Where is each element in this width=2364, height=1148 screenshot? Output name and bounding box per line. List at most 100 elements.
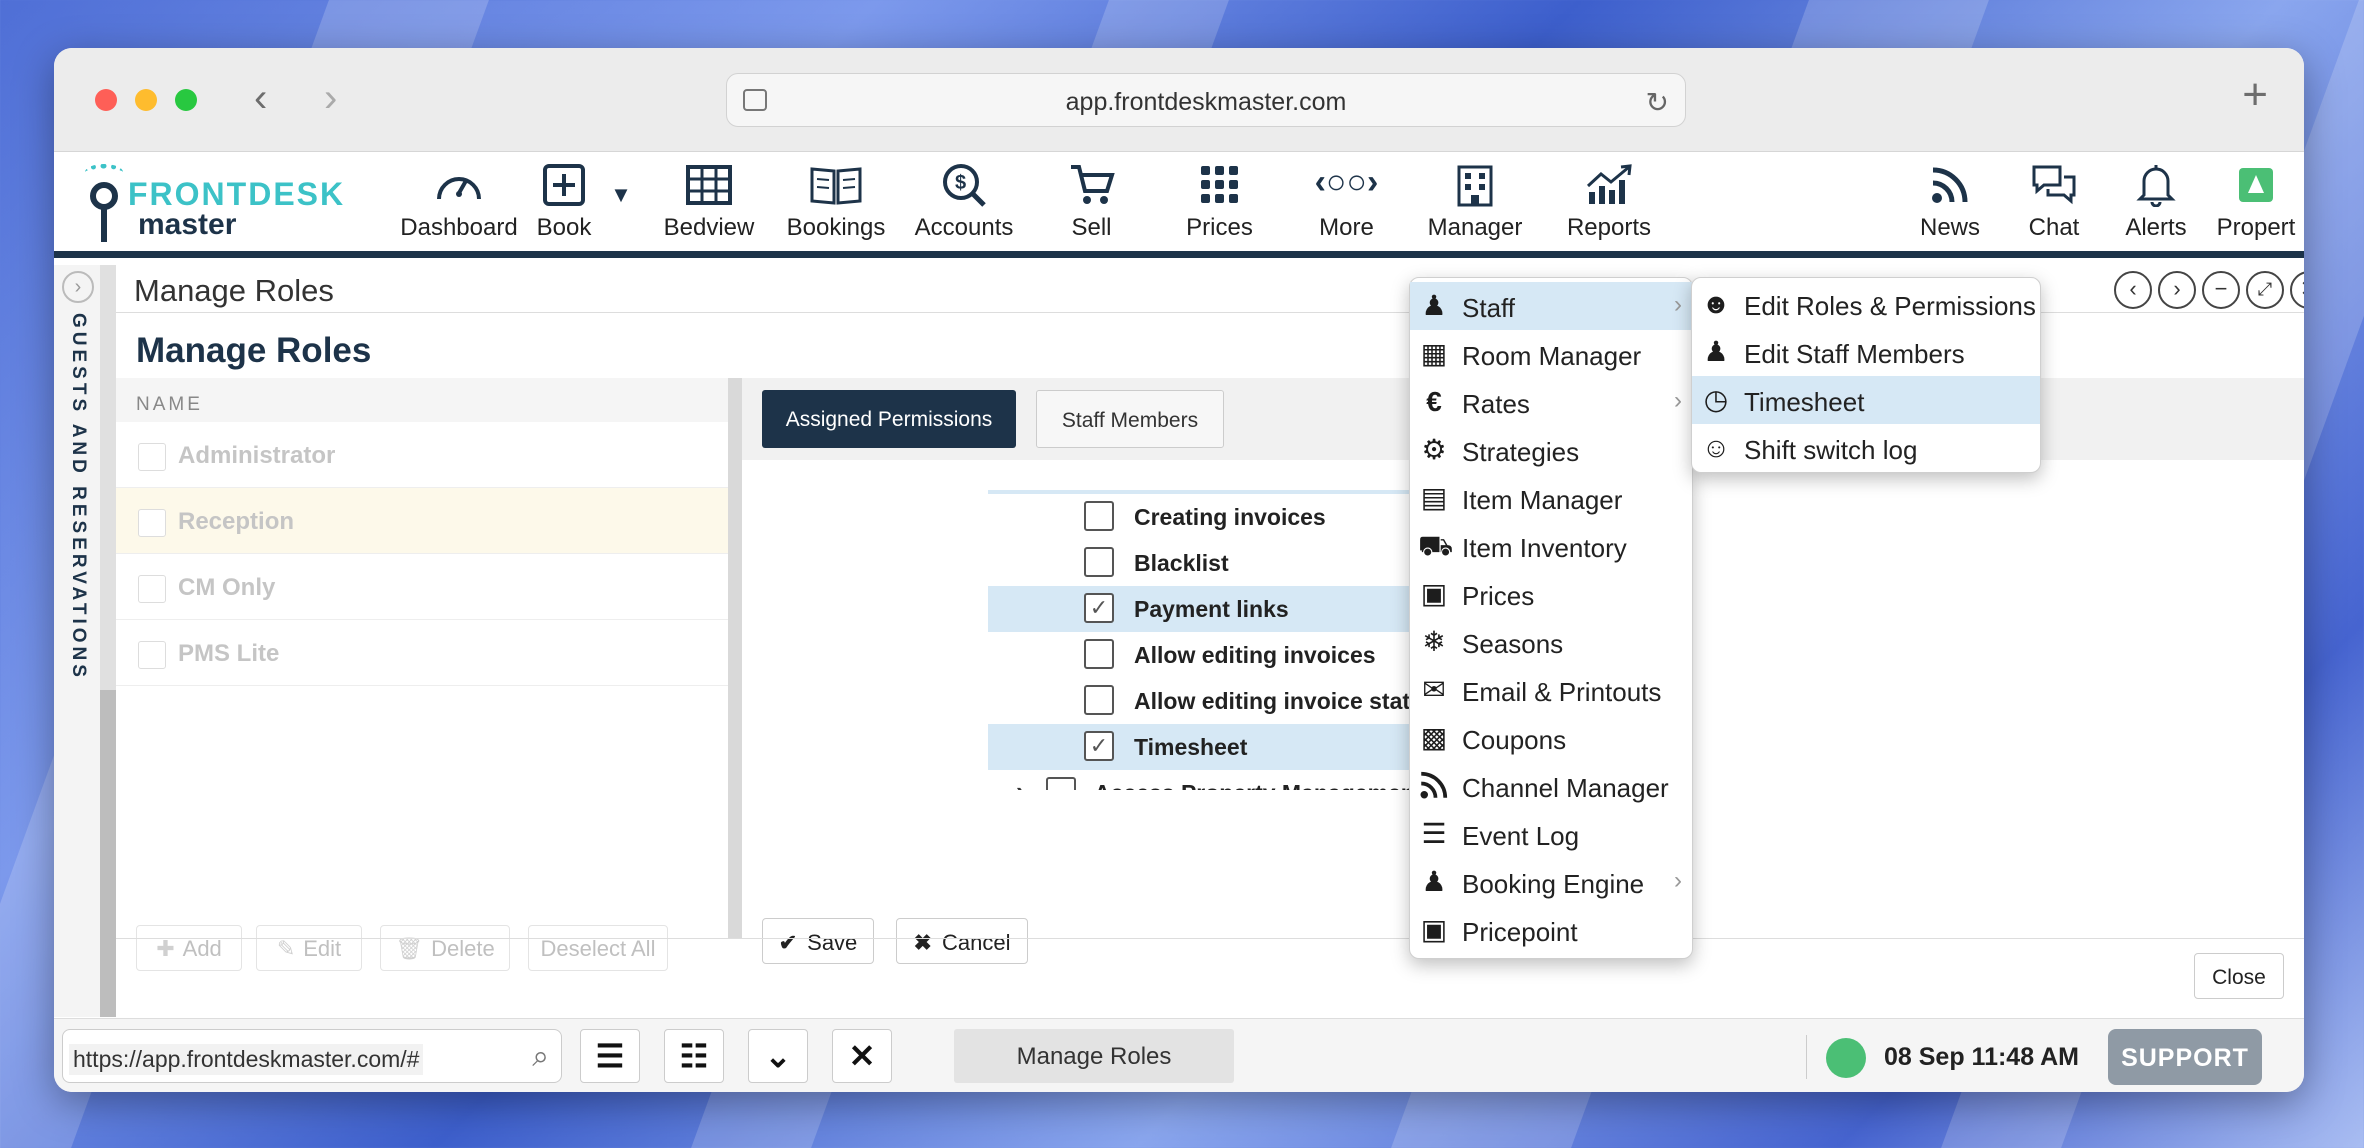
cancel-button[interactable]: ✖ Cancel [896,918,1028,964]
close-all-button[interactable]: ✕ [832,1029,892,1083]
address-bar[interactable]: app.frontdeskmaster.com ↻ [726,73,1686,127]
task-manage-roles[interactable]: Manage Roles [954,1029,1234,1083]
permission-checkbox[interactable] [1084,639,1114,669]
prev-window-icon[interactable]: ‹ [2114,271,2152,309]
search-icon[interactable]: ⌕ [532,1040,549,1074]
chevron-right-icon: › [1674,387,1682,414]
nav-chat[interactable]: Chat [2014,152,2094,252]
save-button[interactable]: ✔ Save [762,918,874,964]
role-row[interactable]: Administrator [116,422,728,488]
nav-sell[interactable]: Sell [1054,152,1129,252]
role-row[interactable]: CM Only [116,554,728,620]
menu-item-strategies[interactable]: ⚙ Strategies [1410,426,1692,474]
frontdesk-master-logo[interactable]: FRONTDESK master [82,162,343,248]
menu-item-item-inventory[interactable]: ⛟ Item Inventory [1410,522,1692,570]
strategies-icon: ⚙ [1421,434,1447,465]
nav-accounts[interactable]: $ Accounts [904,152,1024,252]
minimize-panel-icon[interactable]: − [2202,271,2240,309]
side-scrollbar[interactable] [100,265,116,1017]
nav-alerts[interactable]: Alerts [2116,152,2196,252]
nav-manager[interactable]: Manager [1420,152,1530,252]
nav-prices[interactable]: Prices [1172,152,1267,252]
collapse-button[interactable]: ⌄ [748,1029,808,1083]
edit-role-button[interactable]: ✎ Edit [256,925,362,971]
reload-icon[interactable]: ↻ [1646,86,1669,119]
forward-icon[interactable]: › [324,78,337,118]
maximize-panel-icon[interactable]: ⤢ [2246,271,2284,309]
expand-chevron-icon[interactable]: › [1016,776,1025,790]
guests-reservations-sidetab[interactable]: › GUESTS AND RESERVATIONS [54,265,106,1017]
role-checkbox[interactable] [138,575,166,603]
role-checkbox[interactable] [138,509,166,537]
permission-checkbox[interactable] [1084,547,1114,577]
permission-row[interactable]: Allow editing invoice status [988,678,1478,724]
menu-item-coupons[interactable]: ▩ Coupons [1410,714,1692,762]
menu-item-edit-staff-members[interactable]: ♟ Edit Staff Members [1692,328,2040,376]
panel-divider[interactable] [728,378,742,938]
tab-assigned-permissions[interactable]: Assigned Permissions [762,390,1016,448]
permission-checkbox[interactable]: ✓ [1084,593,1114,623]
permission-checkbox[interactable]: ✓ [1084,731,1114,761]
menu-item-rates[interactable]: € Rates › [1410,378,1692,426]
permission-checkbox[interactable] [1084,685,1114,715]
chart-up-icon [1554,152,1664,212]
nav-news[interactable]: News [1910,152,1990,252]
back-icon[interactable]: ‹ [254,78,267,118]
add-role-button[interactable]: ✚ Add [136,925,242,971]
tab-staff-members[interactable]: Staff Members [1036,390,1224,448]
permission-row[interactable]: Blacklist [988,540,1478,586]
menu-item-pricepoint[interactable]: ▣ Pricepoint [1410,906,1692,954]
menu-item-seasons[interactable]: ❄ Seasons [1410,618,1692,666]
grid-view-button[interactable]: ☷ [664,1029,724,1083]
menu-item-prices[interactable]: ▣ Prices [1410,570,1692,618]
expand-sidetab-icon[interactable]: › [62,271,94,303]
permission-row[interactable]: Creating invoices [988,494,1478,540]
online-status-icon[interactable] [1826,1038,1866,1078]
menu-item-timesheet[interactable]: ◷ Timesheet [1692,376,2040,424]
role-checkbox[interactable] [138,443,166,471]
maximize-window-button[interactable] [175,89,197,111]
nav-book[interactable]: Book [524,152,604,252]
menu-item-event-log[interactable]: ☰ Event Log [1410,810,1692,858]
nav-more[interactable]: ‹○○› More [1304,152,1389,252]
menu-item-edit-roles-permissions[interactable]: ☻ Edit Roles & Permissions [1692,280,2040,328]
browser-window: ‹ › app.frontdeskmaster.com ↻ + FRONTDES… [54,48,2304,1092]
menu-item-channel-manager[interactable]: Channel Manager [1410,762,1692,810]
chat-icon [2014,152,2094,212]
menu-item-shift-switch-log[interactable]: ☺ Shift switch log [1692,424,2040,472]
close-panel-icon[interactable]: ✕ [2290,271,2304,309]
roles-list: NAME Administrator Reception CM Only PMS… [116,378,728,918]
nav-reports[interactable]: Reports [1554,152,1664,252]
role-checkbox[interactable] [138,641,166,669]
chevron-right-icon: › [1674,291,1682,318]
permission-row[interactable]: Allow editing invoices [988,632,1478,678]
close-button[interactable]: Close [2194,953,2284,999]
menu-item-booking-engine[interactable]: ♟ Booking Engine › [1410,858,1692,906]
menu-item-item-manager[interactable]: ▤ Item Manager [1410,474,1692,522]
nav-dashboard[interactable]: Dashboard [384,152,534,252]
panel-title: Manage Roles [134,273,334,308]
new-tab-icon[interactable]: + [2242,70,2268,120]
search-input[interactable]: https://app.frontdeskmaster.com/# ⌕ [62,1029,562,1083]
menu-item-email-printouts[interactable]: ✉ Email & Printouts [1410,666,1692,714]
deselect-all-button[interactable]: Deselect All [528,925,668,971]
permission-row[interactable]: ✓ Timesheet [988,724,1478,770]
roles-column-header: NAME [116,378,728,422]
menu-item-staff[interactable]: ♟ Staff › [1410,282,1692,330]
nav-bookings[interactable]: Bookings [776,152,896,252]
role-row[interactable]: Reception [116,488,728,554]
permission-row[interactable]: ✓ Payment links [988,586,1478,632]
list-view-button[interactable]: ☰ [580,1029,640,1083]
nav-property[interactable]: Propert [2216,152,2296,252]
next-window-icon[interactable]: › [2158,271,2196,309]
menu-item-room-manager[interactable]: ▦ Room Manager [1410,330,1692,378]
permission-checkbox[interactable] [1084,501,1114,531]
close-window-button[interactable] [95,89,117,111]
permission-row[interactable]: › Access Property Management feat [988,770,1478,790]
minimize-window-button[interactable] [135,89,157,111]
nav-bedview[interactable]: Bedview [654,152,764,252]
delete-role-button[interactable]: 🗑 Delete [380,925,510,971]
support-button[interactable]: SUPPORT [2108,1029,2262,1085]
permission-checkbox[interactable] [1046,777,1076,790]
role-row[interactable]: PMS Lite [116,620,728,686]
